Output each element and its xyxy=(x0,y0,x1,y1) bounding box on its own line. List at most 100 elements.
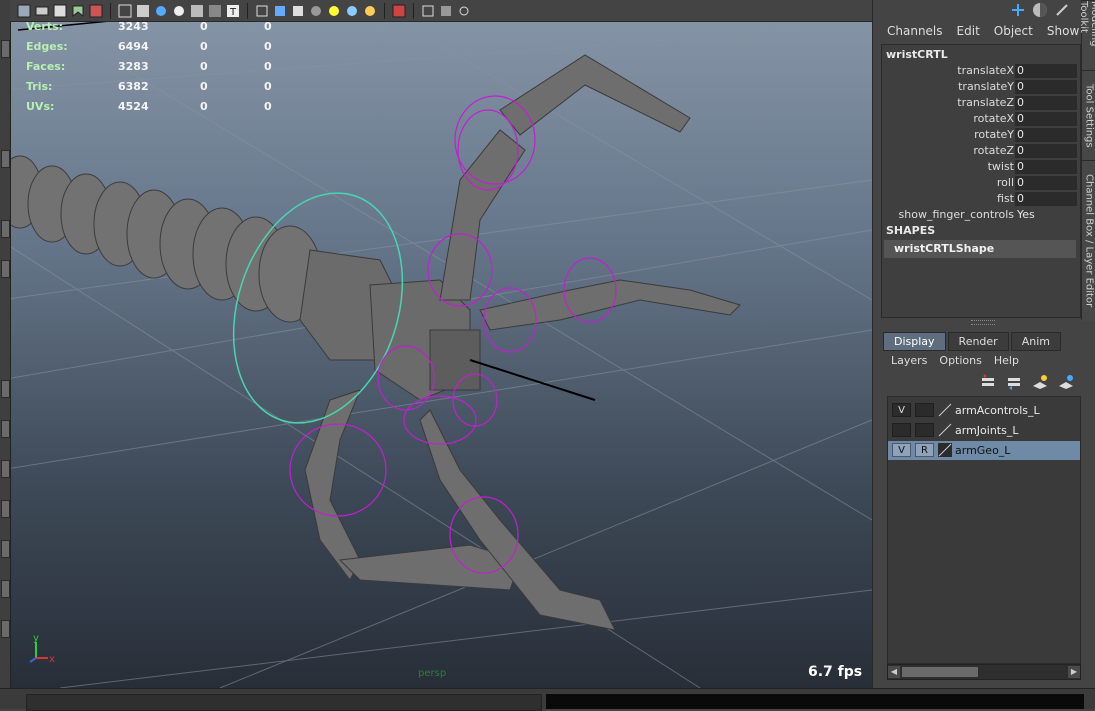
menu-options[interactable]: Options xyxy=(939,354,981,367)
attr-row-show-finger-controls[interactable]: show_finger_controls Yes xyxy=(882,208,1078,224)
attr-value-field[interactable]: 0 xyxy=(1015,128,1077,142)
attr-value-field[interactable]: 0 xyxy=(1015,64,1077,78)
layer-visibility-toggle[interactable]: V xyxy=(892,403,911,417)
tool-button[interactable] xyxy=(1,500,10,518)
cube-textured-icon[interactable] xyxy=(290,3,306,19)
image-plane-icon[interactable] xyxy=(88,3,104,19)
menu-edit[interactable]: Edit xyxy=(957,24,980,38)
layer-color-swatch-icon[interactable] xyxy=(938,403,952,417)
layer-display-type-toggle[interactable]: R xyxy=(915,443,934,457)
grid-icon[interactable] xyxy=(16,3,32,19)
wireframe-icon[interactable] xyxy=(117,3,133,19)
cube-wire-icon[interactable] xyxy=(254,3,270,19)
shadows-icon[interactable] xyxy=(207,3,223,19)
new-layer-icon[interactable] xyxy=(1031,374,1049,393)
cube-shaded-icon[interactable] xyxy=(272,3,288,19)
tab-modeling-toolkit[interactable]: Modeling Toolkit xyxy=(1078,0,1095,71)
tool-button[interactable] xyxy=(1,150,10,168)
tab-channel-box-layer-editor[interactable]: Channel Box / Layer Editor xyxy=(1082,160,1095,321)
svg-text:T: T xyxy=(229,7,237,18)
lights-icon[interactable] xyxy=(153,3,169,19)
layer-row-armjoints[interactable]: armJoints_L xyxy=(888,421,1080,440)
checker-icon[interactable] xyxy=(308,3,324,19)
attr-row-roll[interactable]: roll 0 xyxy=(882,176,1078,192)
attr-row-rotatex[interactable]: rotateX 0 xyxy=(882,112,1078,128)
tab-tool-settings[interactable]: Tool Settings xyxy=(1082,70,1095,161)
move-layer-up-icon[interactable] xyxy=(979,374,997,393)
attr-value-field[interactable]: 0 xyxy=(1015,112,1077,126)
tool-button[interactable] xyxy=(1,220,10,238)
menu-object[interactable]: Object xyxy=(994,24,1033,38)
channel-box-layer-editor: Modeling Toolkit Tool Settings Channel B… xyxy=(872,0,1095,688)
tab-display[interactable]: Display xyxy=(883,332,946,351)
attr-row-twist[interactable]: twist 0 xyxy=(882,160,1078,176)
layer-color-swatch-icon[interactable] xyxy=(938,443,952,457)
scroll-thumb[interactable] xyxy=(902,667,978,677)
move-layer-down-icon[interactable] xyxy=(1005,374,1023,393)
ambient-light-icon[interactable] xyxy=(362,3,378,19)
layer-color-swatch-icon[interactable] xyxy=(938,423,952,437)
attr-row-translatey[interactable]: translateY 0 xyxy=(882,80,1078,96)
move-tool-icon[interactable] xyxy=(1010,2,1026,21)
attr-value-field[interactable]: 0 xyxy=(1015,176,1077,190)
attr-row-rotatez[interactable]: rotateZ 0 xyxy=(882,144,1078,160)
frame-selected-icon[interactable] xyxy=(438,3,454,19)
new-layer-selected-icon[interactable] xyxy=(1057,374,1075,393)
tool-button[interactable] xyxy=(1,460,10,478)
menu-show[interactable]: Show xyxy=(1047,24,1079,38)
shading-sphere-icon[interactable] xyxy=(1032,2,1048,21)
layer-list-scrollbar[interactable]: ◀ ▶ xyxy=(887,664,1081,680)
sphere-icon[interactable] xyxy=(344,3,360,19)
selected-object-name[interactable]: wristCRTL xyxy=(886,48,948,61)
tool-button[interactable] xyxy=(1,260,10,278)
tab-render[interactable]: Render xyxy=(947,332,1009,351)
light-sphere-icon[interactable] xyxy=(326,3,342,19)
tool-button[interactable] xyxy=(1,40,10,58)
menu-layers[interactable]: Layers xyxy=(891,354,927,367)
tool-button[interactable] xyxy=(1,420,10,438)
attr-value-field[interactable]: 0 xyxy=(1015,144,1077,158)
tool-button[interactable] xyxy=(1,620,10,638)
tab-anim[interactable]: Anim xyxy=(1010,332,1061,351)
attr-row-translatex[interactable]: translateX 0 xyxy=(882,64,1078,80)
view-axis-indicator: y x xyxy=(29,633,55,665)
frame-all-icon[interactable] xyxy=(420,3,436,19)
menu-help[interactable]: Help xyxy=(994,354,1019,367)
panel-splitter-handle[interactable] xyxy=(881,318,1079,326)
isolate-select-icon[interactable] xyxy=(391,3,407,19)
command-input[interactable] xyxy=(26,694,542,711)
layer-display-type-toggle[interactable] xyxy=(915,403,934,417)
texture-icon[interactable] xyxy=(171,3,187,19)
channel-box: wristCRTL translateX 0 translateY 0 tran… xyxy=(881,44,1081,318)
film-gate-icon[interactable] xyxy=(34,3,50,19)
scroll-left-icon[interactable]: ◀ xyxy=(888,666,900,678)
text-icon[interactable]: T xyxy=(225,3,241,19)
layer-display-type-toggle[interactable] xyxy=(915,423,934,437)
menu-channels[interactable]: Channels xyxy=(887,24,943,38)
bookmark-icon[interactable] xyxy=(70,3,86,19)
scroll-right-icon[interactable]: ▶ xyxy=(1068,666,1080,678)
tool-button[interactable] xyxy=(1,540,10,558)
layer-visibility-toggle[interactable] xyxy=(892,423,911,437)
smooth-shade-icon[interactable] xyxy=(135,3,151,19)
attr-row-fist[interactable]: fist 0 xyxy=(882,192,1078,208)
attr-value-field[interactable]: 0 xyxy=(1015,80,1077,94)
layer-list: V armAcontrols_L armJoints_L V R armGeo_… xyxy=(887,396,1081,664)
camera-attributes-icon[interactable] xyxy=(52,3,68,19)
attr-value-field[interactable]: 0 xyxy=(1015,96,1077,110)
xray-icon[interactable] xyxy=(189,3,205,19)
shape-node-row[interactable]: wristCRTLShape xyxy=(884,240,1076,258)
attr-value-field[interactable]: 0 xyxy=(1015,160,1077,174)
attr-value-field[interactable]: Yes xyxy=(1015,208,1077,222)
share-icon[interactable] xyxy=(456,3,472,19)
layer-row-armacontrols[interactable]: V armAcontrols_L xyxy=(888,401,1080,420)
viewport-panel[interactable]: T Verts: 3243 0 0 Edges: 6494 0 0 Faces: xyxy=(0,0,872,688)
tool-button[interactable] xyxy=(1,380,10,398)
layer-row-armgeo[interactable]: V R armGeo_L xyxy=(888,441,1080,460)
tool-button[interactable] xyxy=(1,580,10,598)
layer-visibility-toggle[interactable]: V xyxy=(892,443,911,457)
attr-row-translatez[interactable]: translateZ 0 xyxy=(882,96,1078,112)
attr-value-field[interactable]: 0 xyxy=(1015,192,1077,206)
pen-tool-icon[interactable] xyxy=(1054,2,1070,21)
attr-row-rotatey[interactable]: rotateY 0 xyxy=(882,128,1078,144)
